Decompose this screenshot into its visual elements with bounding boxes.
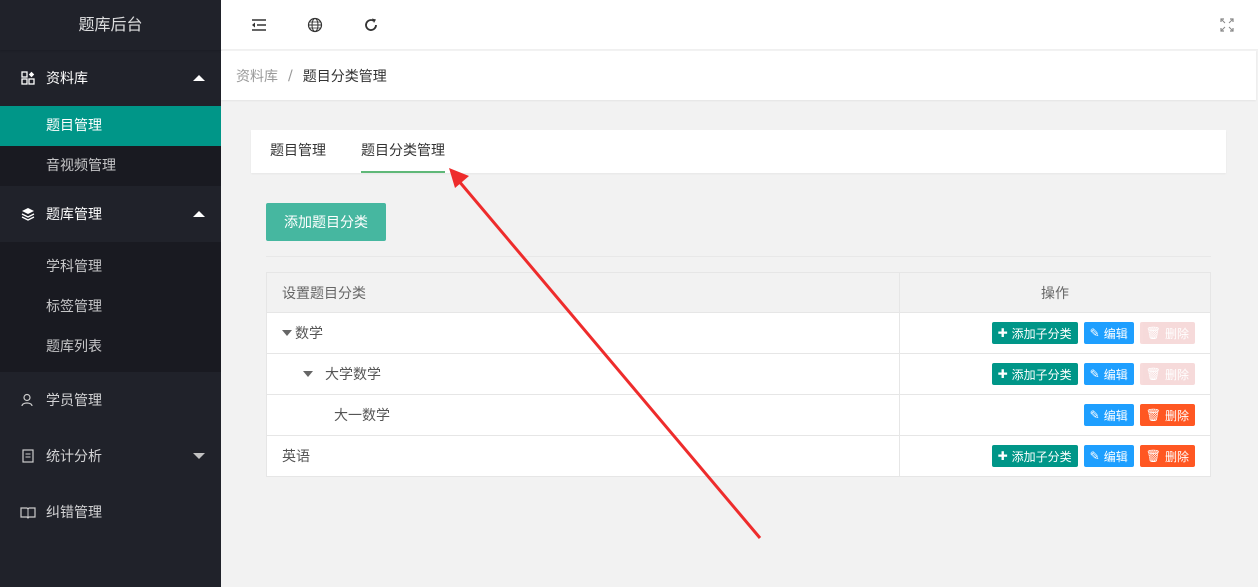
- category-name: 英语: [282, 449, 310, 465]
- edit-label: 编辑: [1103, 367, 1128, 382]
- refresh-icon[interactable]: [361, 15, 381, 35]
- grid-icon: [20, 70, 36, 86]
- tab-category-mgmt[interactable]: 题目分类管理: [361, 130, 445, 173]
- add-child-label: 添加子分类: [1011, 449, 1072, 464]
- plus-icon: ✚: [997, 367, 1008, 381]
- plus-icon: ✚: [997, 326, 1008, 340]
- delete-button[interactable]: 🗑 删除: [1139, 404, 1195, 426]
- caret-down-icon[interactable]: [303, 371, 313, 377]
- nav-errata[interactable]: 纠错管理: [0, 484, 221, 540]
- trash-icon: 🗑: [1145, 326, 1161, 340]
- add-child-button[interactable]: ✚ 添加子分类: [991, 363, 1078, 385]
- delete-button[interactable]: 🗑 删除: [1139, 445, 1195, 467]
- column-header-category: 设置题目分类: [266, 272, 900, 313]
- sidebar-item-bank-list[interactable]: 题库列表: [0, 327, 221, 367]
- chevron-up-icon: [193, 75, 205, 81]
- add-child-label: 添加子分类: [1011, 367, 1072, 382]
- delete-button-disabled: 🗑 删除: [1139, 322, 1195, 344]
- breadcrumb-home-link[interactable]: 资料库: [236, 66, 278, 86]
- chevron-down-icon: [193, 453, 205, 459]
- edit-button[interactable]: ✎ 编辑: [1083, 445, 1134, 467]
- table-row: 英语 ✚ 添加子分类 ✎ 编辑 🗑 删除: [266, 435, 1211, 477]
- breadcrumb-current: 题目分类管理: [302, 68, 387, 85]
- trash-icon: 🗑: [1145, 449, 1161, 463]
- tab-bar: 题目管理 题目分类管理: [251, 130, 1226, 173]
- sidebar-item-question-mgmt[interactable]: 题目管理: [0, 106, 221, 146]
- delete-label: 删除: [1164, 408, 1189, 423]
- delete-label: 删除: [1164, 326, 1189, 341]
- add-category-button[interactable]: 添加题目分类: [266, 203, 386, 241]
- column-header-actions: 操作: [899, 272, 1211, 313]
- nav-students-label: 学员管理: [46, 393, 102, 409]
- sidebar-item-tag-mgmt[interactable]: 标签管理: [0, 287, 221, 327]
- nav-group-library: 资料库 题目管理 音视频管理: [0, 50, 221, 186]
- plus-icon: ✚: [997, 449, 1008, 463]
- sidebar-item-subject-mgmt[interactable]: 学科管理: [0, 247, 221, 287]
- nav-bank-label: 题库管理: [46, 207, 102, 223]
- table-row: 数学 ✚ 添加子分类 ✎ 编辑 🗑 删除: [266, 312, 1211, 354]
- book-icon: [20, 504, 36, 520]
- category-tree-table: 设置题目分类 操作 数学 ✚ 添加子分类 ✎ 编辑 🗑 删除 大学数学 ✚ 添加子分类 ✎ 编辑…: [266, 272, 1211, 477]
- category-name: 数学: [295, 326, 323, 342]
- table-row: 大一数学 ✎ 编辑 🗑 删除: [266, 394, 1211, 436]
- edit-label: 编辑: [1103, 326, 1128, 341]
- nav-library-label: 资料库: [46, 71, 88, 87]
- pencil-icon: ✎: [1089, 367, 1100, 381]
- edit-button[interactable]: ✎ 编辑: [1083, 404, 1134, 426]
- edit-label: 编辑: [1103, 408, 1128, 423]
- add-child-label: 添加子分类: [1011, 326, 1072, 341]
- caret-down-icon[interactable]: [282, 330, 292, 336]
- pencil-icon: ✎: [1089, 408, 1100, 422]
- add-child-button[interactable]: ✚ 添加子分类: [991, 445, 1078, 467]
- pencil-icon: ✎: [1089, 449, 1100, 463]
- nav-library[interactable]: 资料库: [0, 50, 221, 106]
- edit-label: 编辑: [1103, 449, 1128, 464]
- add-child-button[interactable]: ✚ 添加子分类: [991, 322, 1078, 344]
- pencil-icon: ✎: [1089, 326, 1100, 340]
- tab-question-mgmt[interactable]: 题目管理: [270, 130, 326, 173]
- nav-stats-label: 统计分析: [46, 449, 102, 465]
- top-header: [221, 0, 1258, 50]
- category-name: 大学数学: [325, 367, 381, 383]
- sidebar: 题库后台 资料库 题目管理 音视频管理 题库管理 学科管理 标签管理 题库列表: [0, 0, 221, 587]
- breadcrumb-separator: /: [288, 67, 293, 84]
- trash-icon: 🗑: [1145, 367, 1161, 381]
- delete-button-disabled: 🗑 删除: [1139, 363, 1195, 385]
- chevron-up-icon: [193, 211, 205, 217]
- sidebar-item-media-mgmt[interactable]: 音视频管理: [0, 146, 221, 186]
- divider: [266, 256, 1211, 257]
- document-icon: [20, 448, 36, 464]
- layers-icon: [20, 206, 36, 222]
- edit-button[interactable]: ✎ 编辑: [1083, 322, 1134, 344]
- breadcrumb: 资料库 / 题目分类管理: [221, 51, 1256, 100]
- delete-label: 删除: [1164, 367, 1189, 382]
- nav-stats[interactable]: 统计分析: [0, 428, 221, 484]
- nav-group-bank: 题库管理 学科管理 标签管理 题库列表: [0, 186, 221, 372]
- trash-icon: 🗑: [1145, 408, 1161, 422]
- nav-errata-label: 纠错管理: [46, 505, 102, 521]
- app-title: 题库后台: [0, 0, 221, 50]
- user-icon: [20, 392, 36, 408]
- delete-label: 删除: [1164, 449, 1189, 464]
- category-name: 大一数学: [334, 408, 390, 424]
- fullscreen-icon[interactable]: [1217, 15, 1237, 35]
- edit-button[interactable]: ✎ 编辑: [1083, 363, 1134, 385]
- globe-icon[interactable]: [305, 15, 325, 35]
- nav-students[interactable]: 学员管理: [0, 372, 221, 428]
- menu-collapse-icon[interactable]: [249, 15, 269, 35]
- table-row: 大学数学 ✚ 添加子分类 ✎ 编辑 🗑 删除: [266, 353, 1211, 395]
- nav-bank[interactable]: 题库管理: [0, 186, 221, 242]
